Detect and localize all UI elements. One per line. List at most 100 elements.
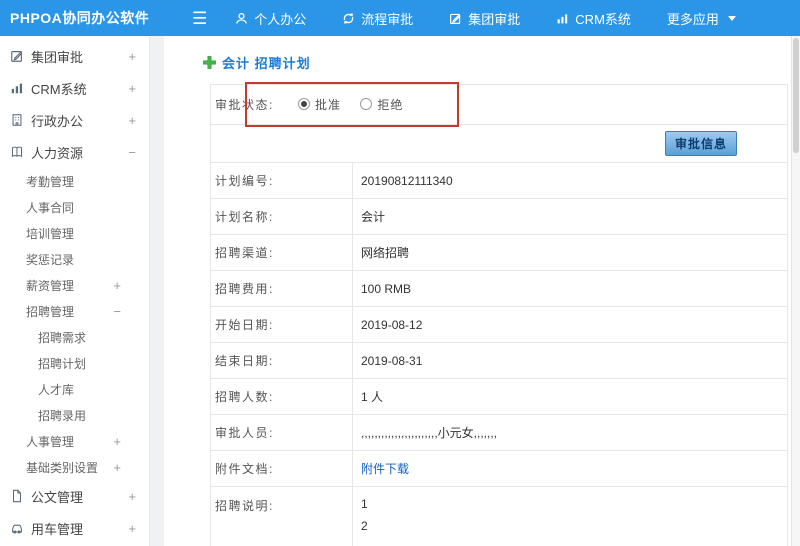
field-label: 招聘人数: — [211, 379, 353, 414]
field-value: 20190812111340 — [361, 173, 453, 188]
add-icon[interactable] — [202, 55, 217, 70]
expand-toggle[interactable]: + — [113, 460, 121, 475]
bar-chart-icon — [556, 12, 569, 25]
sidebar-item-label: CRM系统 — [31, 81, 87, 97]
sidebar-item-contract[interactable]: 人事合同 — [0, 194, 149, 220]
sidebar: 集团审批 + CRM系统 + 行政办公 + 人力资源 − 考勤管理 人事合同 培… — [0, 36, 150, 546]
table-row-approvers: 审批人员: ,,,,,,,,,,,,,,,,,,,,,,,小元女,,,,,,, — [211, 415, 787, 451]
table-row-cost: 招聘费用: 100 RMB — [211, 271, 787, 307]
expand-toggle[interactable]: + — [113, 434, 121, 449]
table-row-description: 招聘说明: 1 2 — [211, 487, 787, 546]
app-root: PHPOA协同办公软件 ☰ 个人办公 流程审批 集团审批 CRM系统 更多应用 … — [0, 0, 800, 546]
sidebar-item-label: 培训管理 — [26, 226, 75, 241]
table-row-start-date: 开始日期: 2019-08-12 — [211, 307, 787, 343]
sidebar-item-label: 人才库 — [38, 382, 75, 397]
sidebar-item-label: 人事合同 — [26, 200, 75, 215]
sidebar-item-talent-pool[interactable]: 人才库 — [0, 376, 149, 402]
sidebar-item-label: 集团审批 — [31, 49, 84, 65]
approval-status-row: 审批状态: 批准 拒绝 — [211, 85, 787, 125]
table-row-attachment: 附件文档: 附件下载 — [211, 451, 787, 487]
top-nav: 个人办公 流程审批 集团审批 CRM系统 更多应用 — [235, 9, 736, 28]
sidebar-item-group-approval[interactable]: 集团审批 + — [0, 40, 149, 72]
field-label: 附件文档: — [211, 451, 353, 486]
nav-more-apps[interactable]: 更多应用 — [667, 9, 736, 28]
field-label: 计划名称: — [211, 199, 353, 234]
sidebar-item-personnel[interactable]: 人事管理 + — [0, 428, 149, 454]
content-shell: 集团审批 + CRM系统 + 行政办公 + 人力资源 − 考勤管理 人事合同 培… — [0, 36, 800, 546]
sidebar-item-base-category[interactable]: 基础类别设置 + — [0, 454, 149, 480]
field-label: 招聘渠道: — [211, 235, 353, 270]
radio-reject-circle[interactable] — [360, 98, 373, 111]
nav-group-approval[interactable]: 集团审批 — [449, 9, 520, 28]
radio-approve[interactable]: 批准 — [298, 96, 341, 113]
sidebar-item-label: 考勤管理 — [26, 174, 75, 189]
expand-toggle[interactable]: + — [128, 489, 136, 504]
person-icon — [235, 12, 248, 25]
sidebar-item-recruit-plan[interactable]: 招聘计划 — [0, 350, 149, 376]
sidebar-item-recruit-demand[interactable]: 招聘需求 — [0, 324, 149, 350]
sidebar-item-label: 招聘需求 — [38, 330, 87, 345]
table-row-end-date: 结束日期: 2019-08-31 — [211, 343, 787, 379]
field-label: 开始日期: — [211, 307, 353, 342]
field-value: 2019-08-12 — [361, 317, 423, 332]
expand-toggle[interactable]: + — [128, 521, 136, 536]
sidebar-item-label: 招聘计划 — [38, 356, 87, 371]
sidebar-item-training[interactable]: 培训管理 — [0, 220, 149, 246]
radio-label: 批准 — [315, 97, 342, 112]
book-icon — [10, 145, 31, 159]
sidebar-item-recruit-hire[interactable]: 招聘录用 — [0, 402, 149, 428]
field-value: 网络招聘 — [361, 246, 410, 260]
radio-label: 拒绝 — [377, 97, 404, 112]
nav-label: 集团审批 — [468, 11, 521, 27]
page-title: 会计 招聘计划 — [222, 55, 311, 71]
menu-icon[interactable]: ☰ — [192, 10, 207, 27]
sidebar-item-hr[interactable]: 人力资源 − — [0, 136, 149, 168]
radio-reject[interactable]: 拒绝 — [360, 96, 403, 113]
field-label: 审批状态: — [215, 98, 274, 112]
field-label: 招聘说明: — [211, 487, 353, 546]
nav-label: 个人办公 — [254, 11, 307, 27]
sidebar-item-attendance[interactable]: 考勤管理 — [0, 168, 149, 194]
scrollbar-thumb[interactable] — [793, 38, 799, 153]
nav-workflow-approval[interactable]: 流程审批 — [342, 9, 413, 28]
sidebar-item-label: 招聘管理 — [26, 304, 75, 319]
main-content: 会计 招聘计划 审批状态: 批准 拒绝 审批信息 计划编号: 201908121… — [150, 36, 800, 546]
sidebar-item-salary[interactable]: 薪资管理 + — [0, 272, 149, 298]
expand-toggle[interactable]: − — [113, 304, 121, 319]
nav-label: 流程审批 — [361, 11, 414, 27]
car-icon — [10, 521, 31, 535]
expand-toggle[interactable]: + — [128, 49, 136, 64]
scrollbar[interactable] — [791, 36, 800, 546]
attachment-download-link[interactable]: 附件下载 — [361, 462, 409, 476]
field-label: 计划编号: — [211, 163, 353, 198]
field-value: 1 人 — [361, 390, 384, 404]
sidebar-item-crm[interactable]: CRM系统 + — [0, 72, 149, 104]
sidebar-item-document[interactable]: 公文管理 + — [0, 480, 149, 512]
expand-toggle[interactable]: + — [113, 278, 121, 293]
bar-chart-icon — [10, 81, 31, 95]
field-value: 100 RMB — [361, 281, 412, 296]
sidebar-item-label: 招聘录用 — [38, 408, 87, 423]
sidebar-item-recruit-mgmt[interactable]: 招聘管理 − — [0, 298, 149, 324]
expand-toggle[interactable]: + — [128, 81, 136, 96]
nav-crm-system[interactable]: CRM系统 — [556, 9, 631, 28]
table-row-plan-name: 计划名称: 会计 — [211, 199, 787, 235]
table-row-headcount: 招聘人数: 1 人 — [211, 379, 787, 415]
radio-approve-circle[interactable] — [298, 98, 310, 111]
sidebar-item-admin-office[interactable]: 行政办公 + — [0, 104, 149, 136]
sidebar-item-label: 用车管理 — [31, 521, 84, 537]
topbar: PHPOA协同办公软件 ☰ 个人办公 流程审批 集团审批 CRM系统 更多应用 — [0, 0, 800, 36]
field-value: 1 2 — [361, 497, 368, 533]
sidebar-item-label: 行政办公 — [31, 113, 84, 129]
expand-toggle[interactable]: + — [128, 113, 136, 128]
table-row-plan-number: 计划编号: 20190812111340 — [211, 163, 787, 199]
approval-info-button[interactable]: 审批信息 — [664, 131, 737, 156]
pen-square-icon — [449, 12, 462, 25]
nav-personal-office[interactable]: 个人办公 — [235, 9, 306, 28]
expand-toggle[interactable]: − — [128, 145, 136, 160]
sidebar-item-rewards[interactable]: 奖惩记录 — [0, 246, 149, 272]
field-value: 会计 — [361, 210, 386, 224]
sidebar-item-vehicle[interactable]: 用车管理 + — [0, 512, 149, 544]
approval-button-row: 审批信息 — [211, 125, 787, 163]
field-label: 招聘费用: — [211, 271, 353, 306]
